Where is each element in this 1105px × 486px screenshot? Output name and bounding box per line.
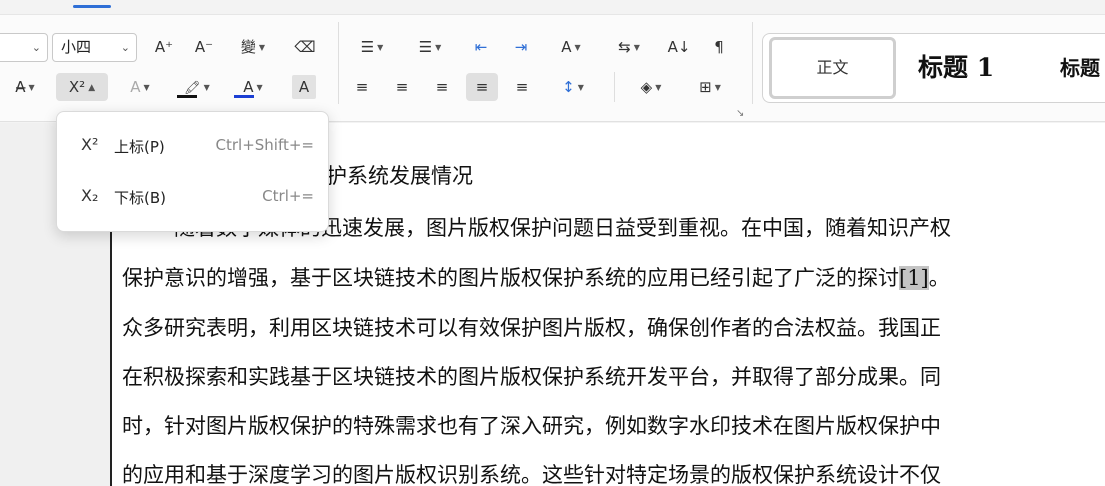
caret-down-icon: ▼ xyxy=(377,42,384,52)
section-heading[interactable]: 护系统发展情况 xyxy=(326,160,473,190)
body-line-3[interactable]: 众多研究表明，利用区块链技术可以有效保护图片版权，确保创作者的合法权益。我国正 xyxy=(122,312,1097,342)
chevron-down-icon: ⌄ xyxy=(120,41,130,54)
shrink-font-icon[interactable]: A⁻ xyxy=(190,33,218,61)
body-line-4[interactable]: 在积极探索和实践基于区块链技术的图片版权保护系统开发平台，并取得了部分成果。同 xyxy=(122,361,1097,391)
caret-down-icon: ▼ xyxy=(577,82,584,92)
superscript-dropdown-menu: X² 上标(P) Ctrl+Shift+= X₂ 下标(B) Ctrl+= xyxy=(56,111,329,232)
group-separator xyxy=(338,22,339,104)
caret-down-icon: ▼ xyxy=(633,42,640,52)
font-size-value: 小四 xyxy=(61,38,92,56)
body-line-5[interactable]: 时，针对图片版权保护的特殊需求也有了深入研究，例如数字水印技术在图片版权保护中 xyxy=(122,410,1097,440)
distributed-icon[interactable]: ≡ xyxy=(508,73,536,101)
style-heading2[interactable]: 标题 xyxy=(1060,52,1100,81)
highlight-color-icon[interactable]: 🖍 ▼ xyxy=(174,73,220,101)
line-spacing-icon[interactable]: ↕ ▼ xyxy=(550,73,596,101)
citation-reference[interactable]: [1] xyxy=(899,266,929,290)
font-name-dropdown[interactable]: ⌄ xyxy=(0,33,48,62)
caret-down-icon: ▼ xyxy=(28,82,35,92)
decrease-indent-icon[interactable]: ⇤ xyxy=(468,33,494,61)
align-right-icon[interactable]: ≡ xyxy=(430,73,454,101)
caret-down-icon: ▼ xyxy=(258,42,266,52)
bullets-icon[interactable]: ☰ ▼ xyxy=(352,33,392,61)
align-left-icon[interactable]: ≡ xyxy=(350,73,374,101)
style-heading1[interactable]: 标题 1 xyxy=(918,48,994,84)
grow-font-icon[interactable]: A⁺ xyxy=(150,33,178,61)
inner-separator xyxy=(614,72,615,102)
borders-icon[interactable]: ⊞ ▼ xyxy=(688,73,732,101)
menu-item-shortcut: Ctrl+Shift+= xyxy=(215,136,315,154)
sort-icon[interactable]: A↓ xyxy=(664,33,694,61)
body-line-2[interactable]: 保护意识的增强，基于区块链技术的图片版权保护系统的应用已经引起了广泛的探讨[1]… xyxy=(122,262,1097,292)
phonetic-guide-icon[interactable]: 變 ▼ xyxy=(230,33,276,61)
character-shading-icon[interactable]: A xyxy=(292,75,316,99)
justify-icon[interactable]: ≡ xyxy=(466,73,498,101)
numbering-icon[interactable]: ☰ ▼ xyxy=(410,33,450,61)
asian-layout-icon[interactable]: A ▼ xyxy=(548,33,594,61)
highlight-color-bar xyxy=(177,95,197,98)
menu-item-subscript[interactable]: X₂ 下标(B) Ctrl+= xyxy=(57,173,328,223)
chevron-down-icon: ⌄ xyxy=(31,41,41,54)
body-line-6[interactable]: 的应用和基于深度学习的图片版权识别系统。这些针对特定场景的版权保护系统设计不仅 xyxy=(122,459,1097,486)
ribbon-tab-strip xyxy=(0,0,1105,14)
caret-down-icon: ▼ xyxy=(714,82,721,92)
clear-formatting-icon[interactable]: ⌫ xyxy=(290,33,320,61)
menu-item-superscript[interactable]: X² 上标(P) Ctrl+Shift+= xyxy=(57,122,328,172)
text-effects-icon[interactable]: A ▼ xyxy=(118,73,162,101)
superscript-icon: X² xyxy=(81,135,99,154)
strikethrough-icon[interactable]: A̶ ▼ xyxy=(4,73,46,101)
paragraph-shading-icon[interactable]: ◈ ▼ xyxy=(628,73,674,101)
align-center-icon[interactable]: ≡ xyxy=(390,73,414,101)
caret-down-icon: ▼ xyxy=(435,42,442,52)
style-normal[interactable]: 正文 xyxy=(769,37,896,99)
font-color-bar xyxy=(234,95,254,98)
group-separator xyxy=(752,22,753,104)
font-color-icon[interactable]: A ▼ xyxy=(230,73,276,101)
menu-item-shortcut: Ctrl+= xyxy=(262,187,314,205)
caret-down-icon: ▼ xyxy=(203,82,210,92)
caret-down-icon: ▼ xyxy=(143,82,150,92)
caret-down-icon: ▼ xyxy=(655,82,662,92)
active-tab-indicator xyxy=(73,5,111,8)
subscript-icon: X₂ xyxy=(81,186,99,205)
menu-item-label: 下标(B) xyxy=(114,189,166,207)
superscript-button[interactable]: X² ▲ xyxy=(56,73,108,101)
show-marks-icon[interactable]: ¶ xyxy=(704,33,734,61)
increase-indent-icon[interactable]: ⇥ xyxy=(508,33,534,61)
caret-down-icon: ▼ xyxy=(256,82,263,92)
font-size-dropdown[interactable]: 小四 ⌄ xyxy=(52,33,137,62)
paragraph-dialog-launcher-icon[interactable]: ↘ xyxy=(736,108,744,119)
text-direction-icon[interactable]: ⇆ ▼ xyxy=(608,33,650,61)
menu-item-label: 上标(P) xyxy=(114,138,165,156)
caret-down-icon: ▼ xyxy=(574,42,581,52)
caret-up-icon: ▲ xyxy=(88,82,96,93)
